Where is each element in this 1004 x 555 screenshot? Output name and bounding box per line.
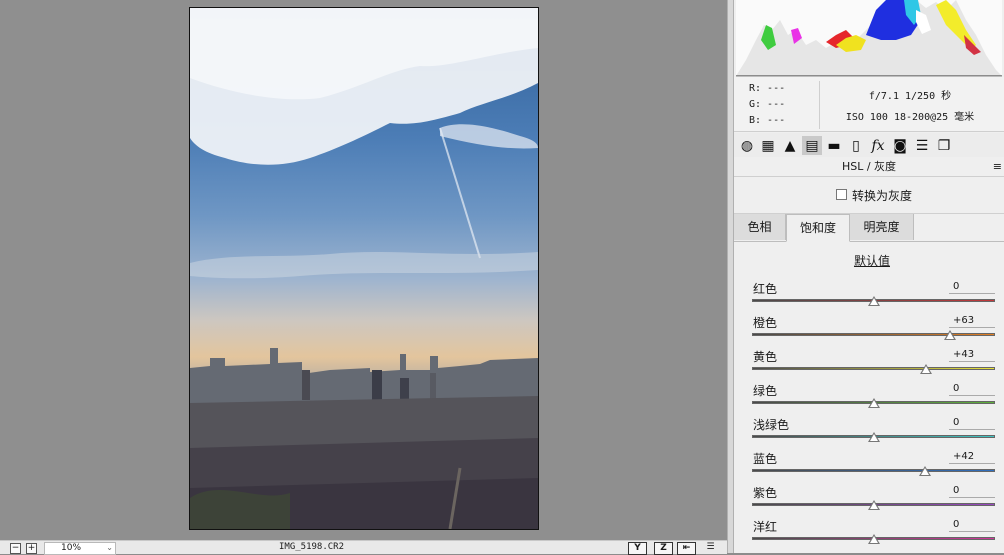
before-after-z-button[interactable]: Z [654, 542, 673, 555]
slider-value-field[interactable]: +43 [949, 348, 995, 362]
tab-luminance[interactable]: 明亮度 [850, 214, 914, 240]
fx-icon[interactable]: fx [868, 136, 888, 155]
adjustment-panel: R: --- G: --- B: --- f/7.1 1/250 秒 ISO 1… [734, 0, 1004, 553]
slider-value-field[interactable]: +42 [949, 450, 995, 464]
filename-label: IMG_5198.CR2 [279, 542, 345, 552]
slider-magenta: 洋红 0 [734, 518, 1004, 552]
presets-icon[interactable]: ☰ [912, 136, 932, 155]
slider-label: 橙色 [753, 316, 778, 330]
slider-blue: 蓝色 +42 [734, 450, 1004, 484]
iso-lens-info: ISO 100 18-200@25 毫米 [845, 112, 975, 123]
slider-thumb[interactable] [867, 296, 880, 306]
image-preview-area[interactable] [0, 0, 727, 540]
slider-label: 紫色 [753, 486, 778, 500]
slider-label: 红色 [753, 282, 778, 296]
panel-tabs-toolbar: ◍ ▦ ▲ ▤ ▬ ▯ fx ◙ ☰ ❐ [734, 133, 1004, 157]
chevron-down-icon: ⌄ [106, 543, 113, 552]
panel-divider[interactable] [727, 0, 734, 553]
histogram [736, 0, 1002, 77]
slider-purple: 紫色 0 [734, 484, 1004, 518]
default-link[interactable]: 默认值 [734, 252, 1004, 269]
grid-icon[interactable]: ▦ [758, 136, 778, 155]
panel-title: HSL / 灰度 [734, 158, 1004, 177]
camera-info: R: --- G: --- B: --- f/7.1 1/250 秒 ISO 1… [734, 77, 1004, 132]
slider-label: 黄色 [753, 350, 778, 364]
red-readout: R: --- [749, 83, 786, 94]
slider-track[interactable] [752, 367, 995, 370]
slider-yellow: 黄色 +43 [734, 348, 1004, 382]
slider-thumb[interactable] [944, 330, 957, 340]
convert-grayscale-checkbox[interactable] [836, 189, 847, 200]
hsl-icon[interactable]: ▤ [802, 136, 822, 155]
hsl-tabs: 色相 饱和度 明亮度 [734, 214, 1004, 242]
exposure-info: f/7.1 1/250 秒 [868, 91, 952, 102]
preview-preferences-button[interactable]: ☰ [702, 542, 719, 553]
slider-green: 绿色 0 [734, 382, 1004, 416]
snapshots-icon[interactable]: ❐ [934, 136, 954, 155]
slider-aqua: 浅绿色 0 [734, 416, 1004, 450]
tab-hue[interactable]: 色相 [734, 214, 786, 240]
slider-thumb[interactable] [867, 432, 880, 442]
aperture-icon[interactable]: ◍ [737, 136, 757, 155]
slider-label: 蓝色 [753, 452, 778, 466]
zoom-out-button[interactable]: − [10, 543, 21, 554]
before-after-y-button[interactable]: Y [628, 542, 647, 555]
rgb-readout: R: --- G: --- B: --- [749, 81, 820, 129]
slider-value-field[interactable]: 0 [949, 382, 995, 396]
status-bar: − + 10% ⌄ IMG_5198.CR2 Y Z ⇤ ☰ [0, 540, 727, 555]
zoom-in-button[interactable]: + [26, 543, 37, 554]
slider-red: 红色 0 [734, 280, 1004, 314]
slider-value-field[interactable]: +63 [949, 314, 995, 328]
lens-icon[interactable]: ▯ [846, 136, 866, 155]
slider-thumb[interactable] [918, 466, 931, 476]
grayscale-row: 转换为灰度 [734, 177, 1004, 214]
swap-settings-button[interactable]: ⇤ [677, 542, 696, 555]
slider-track[interactable] [752, 333, 995, 336]
split-toning-icon[interactable]: ▬ [824, 136, 844, 155]
slider-value-field[interactable]: 0 [949, 518, 995, 532]
slider-orange: 橙色 +63 [734, 314, 1004, 348]
green-readout: G: --- [749, 99, 786, 110]
slider-label: 绿色 [753, 384, 778, 398]
zoom-level-select[interactable]: 10% ⌄ [44, 542, 116, 555]
tone-curve-icon[interactable]: ▲ [780, 136, 800, 155]
photo-preview[interactable] [189, 7, 539, 530]
slider-thumb[interactable] [867, 534, 880, 544]
slider-label: 浅绿色 [753, 418, 790, 432]
tab-saturation[interactable]: 饱和度 [786, 214, 850, 242]
slider-thumb[interactable] [867, 500, 880, 510]
zoom-level-value: 10% [61, 543, 82, 553]
convert-grayscale-label[interactable]: 转换为灰度 [852, 187, 912, 204]
slider-value-field[interactable]: 0 [949, 280, 995, 294]
slider-track[interactable] [752, 469, 995, 472]
slider-thumb[interactable] [919, 364, 932, 374]
slider-label: 洋红 [753, 520, 778, 534]
panel-menu-icon[interactable]: ≡ [993, 158, 1002, 176]
photo-image [190, 8, 538, 529]
slider-value-field[interactable]: 0 [949, 484, 995, 498]
slider-thumb[interactable] [867, 398, 880, 408]
blue-readout: B: --- [749, 115, 786, 126]
camera-icon[interactable]: ◙ [890, 136, 910, 155]
histogram-graph [736, 0, 1002, 77]
slider-value-field[interactable]: 0 [949, 416, 995, 430]
